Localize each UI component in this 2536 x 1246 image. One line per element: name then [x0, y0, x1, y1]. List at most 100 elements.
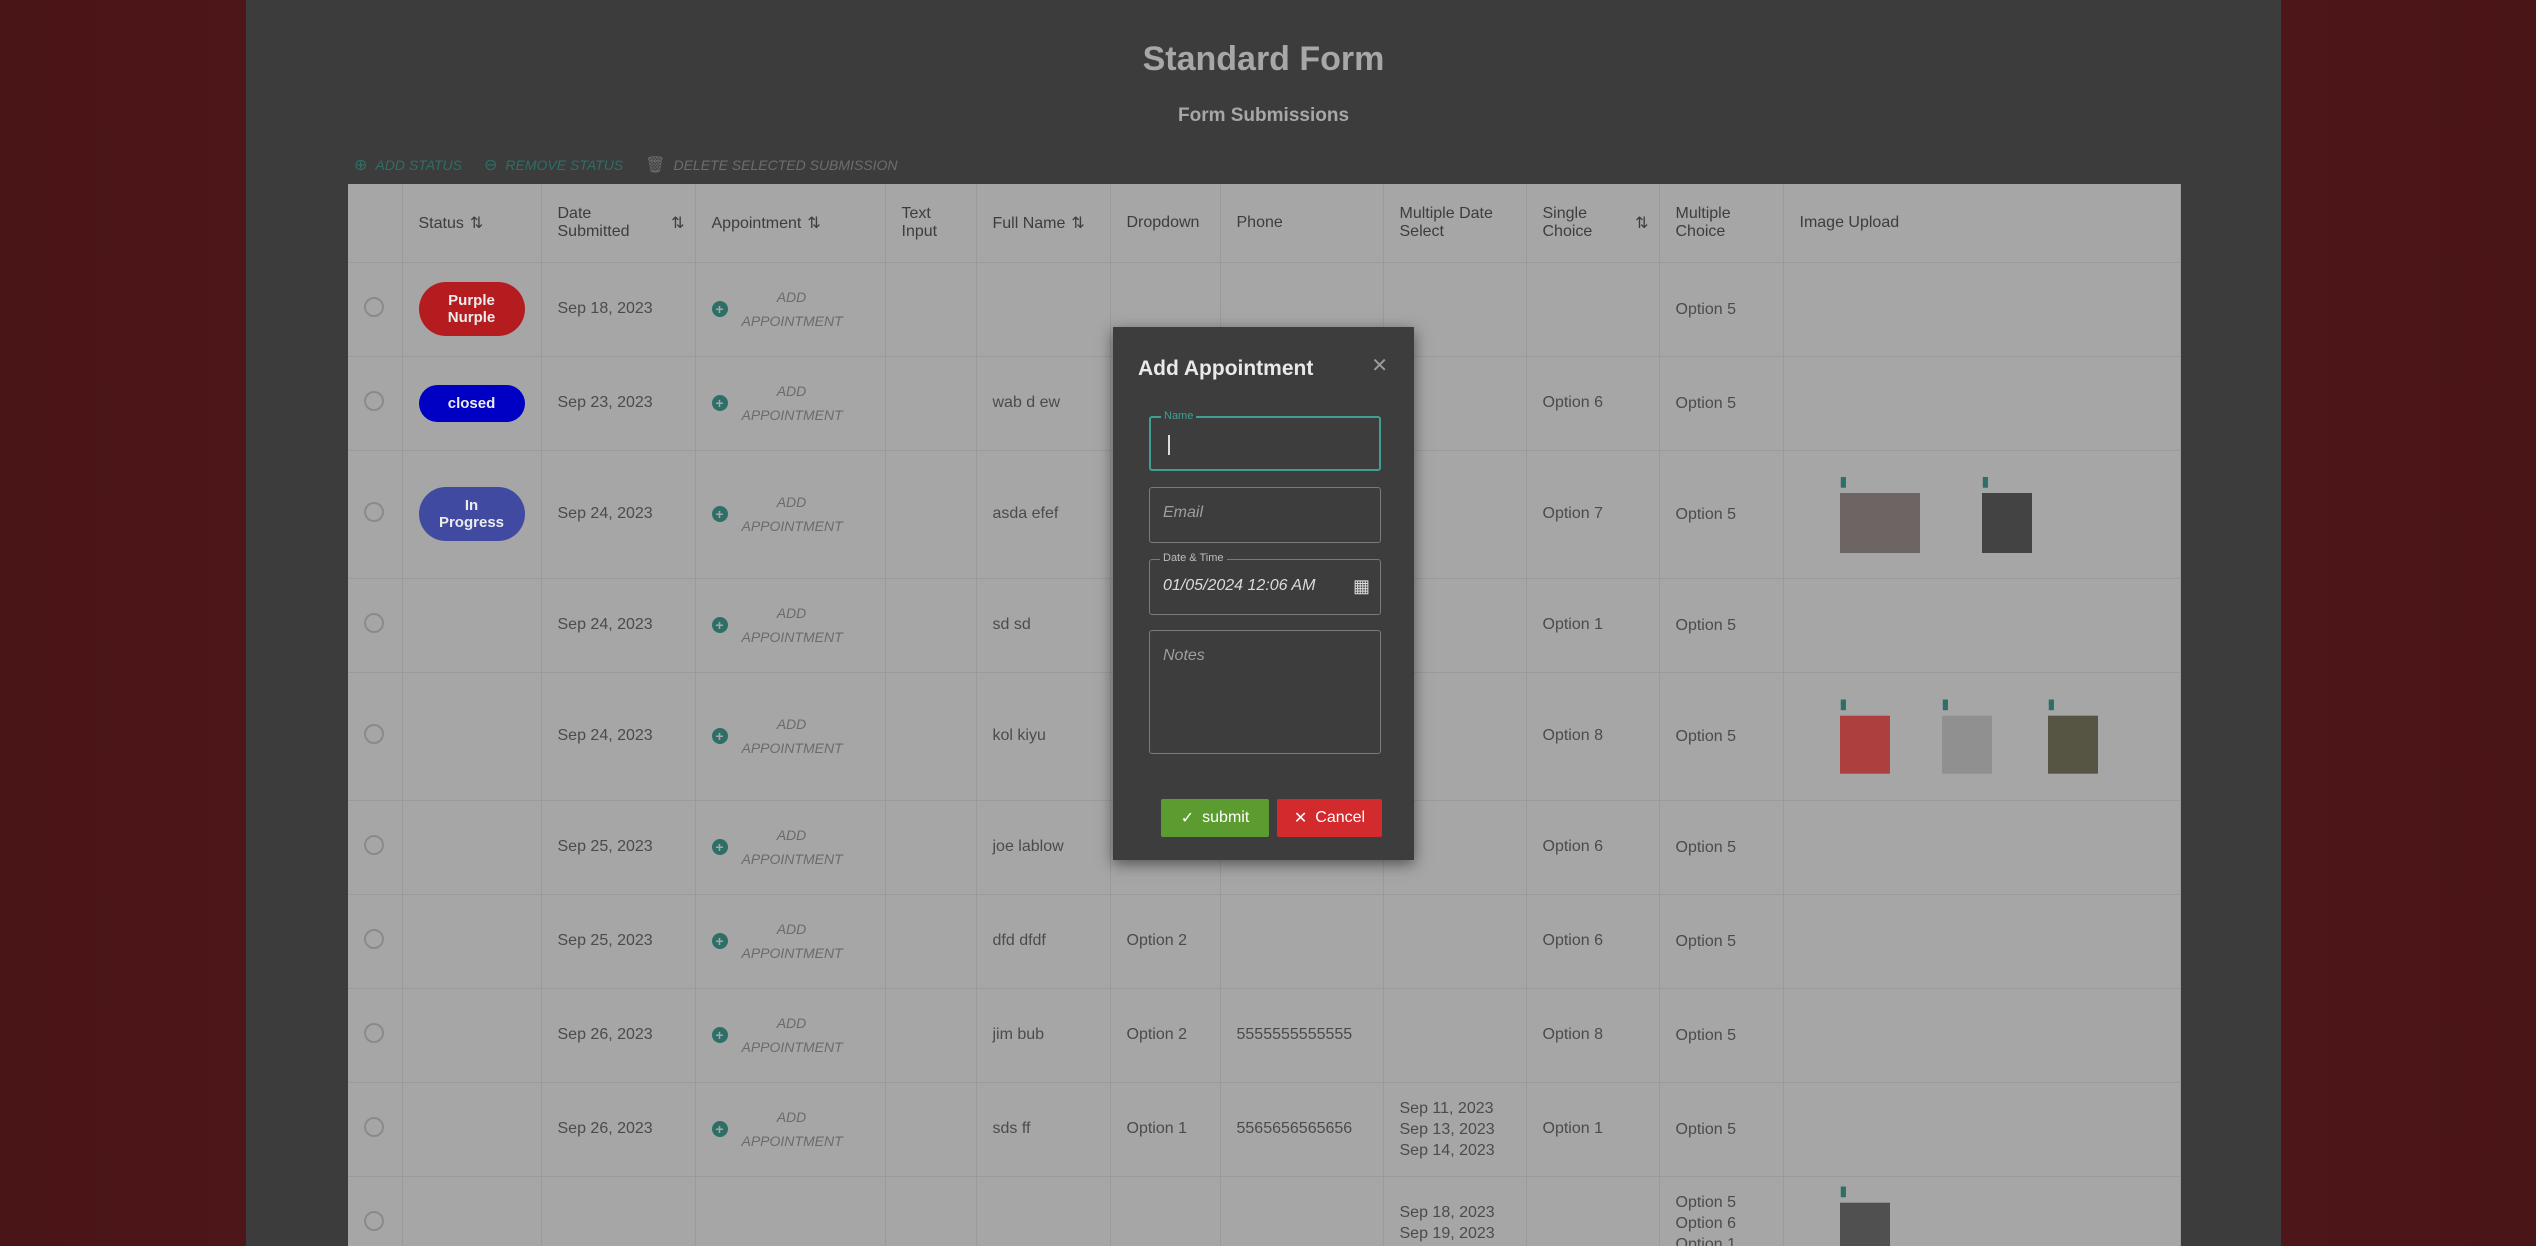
close-icon[interactable]: ✕ — [1371, 353, 1388, 378]
page-title: Standard Form — [1142, 40, 1385, 78]
add-appointment-button[interactable]: + ADD APPOINTMENT — [711, 601, 869, 649]
status-cell: Purple Nurple — [402, 262, 542, 357]
column-header-single-choice[interactable]: Single Choice ⇅ — [1526, 184, 1660, 263]
add-appointment-button[interactable]: + ADD APPOINTMENT — [711, 712, 869, 760]
multiple-choice-cell: Option 5 — [1659, 672, 1784, 801]
row-select-radio[interactable] — [364, 296, 384, 317]
trash-icon[interactable]: ▮ — [2048, 696, 2056, 713]
select-cell[interactable] — [348, 988, 403, 1083]
multiple-choice-cell: Option 5 — [1659, 262, 1784, 357]
sort-icon[interactable]: ⇅ — [671, 213, 684, 233]
table-row[interactable]: Sep 18, 2023 Sep 19, 2023 Option 5 Optio… — [348, 1176, 2181, 1246]
row-select-radio[interactable] — [364, 1022, 384, 1043]
table-row[interactable]: Sep 26, 2023 + ADD APPOINTMENT jim bub O… — [348, 988, 2181, 1083]
sort-icon[interactable]: ⇅ — [470, 215, 483, 232]
select-cell[interactable] — [348, 450, 403, 579]
add-appointment-button[interactable]: + ADD APPOINTMENT — [711, 823, 869, 871]
add-appointment-button[interactable]: + ADD APPOINTMENT — [711, 1105, 869, 1153]
column-header-date-submitted[interactable]: Date Submitted ⇅ — [541, 184, 696, 263]
status-badge[interactable]: In Progress — [418, 487, 525, 541]
trash-icon[interactable]: ▮ — [1840, 696, 1848, 713]
add-appointment-button[interactable]: + ADD APPOINTMENT — [711, 285, 869, 333]
column-header-appointment[interactable]: Appointment ⇅ — [695, 184, 886, 263]
name-label: Name — [1161, 410, 1197, 422]
cancel-button[interactable]: ✕ Cancel — [1277, 799, 1382, 837]
row-select-radio[interactable] — [364, 501, 384, 522]
add-appointment-button[interactable]: + ADD APPOINTMENT — [711, 1011, 869, 1059]
uploaded-image[interactable]: ▮ — [1839, 473, 1920, 553]
uploaded-image[interactable]: ▮ — [1981, 473, 2032, 553]
status-cell: In Progress — [402, 450, 542, 579]
add-appointment-button[interactable]: + ADD APPOINTMENT — [711, 379, 869, 427]
sort-icon[interactable]: ⇅ — [1071, 215, 1084, 232]
select-cell[interactable] — [348, 800, 403, 895]
row-select-radio[interactable] — [364, 1210, 384, 1231]
phone-cell: 5555555555555 — [1220, 988, 1384, 1083]
trash-icon[interactable]: ▮ — [1942, 696, 1950, 713]
plus-circle-icon: + — [711, 1121, 728, 1137]
sort-icon[interactable]: ⇅ — [1635, 213, 1648, 233]
delete-selected-label: DELETE SELECTED SUBMISSION — [673, 157, 898, 173]
calendar-icon[interactable]: ▦ — [1353, 576, 1370, 597]
row-select-radio[interactable] — [364, 834, 384, 855]
full-name-cell — [976, 1176, 1111, 1246]
image-thumbnail — [1839, 1202, 1890, 1246]
multiple-date-cell: Sep 11, 2023 Sep 13, 2023 Sep 14, 2023 — [1383, 1082, 1527, 1177]
select-cell[interactable] — [348, 672, 403, 801]
appointment-cell: + ADD APPOINTMENT — [695, 578, 886, 673]
uploaded-image[interactable]: ▮ — [1941, 696, 1992, 774]
image-upload-cell — [1783, 356, 2181, 451]
delete-selected-button[interactable]: 🗑 DELETE SELECTED SUBMISSION — [645, 155, 897, 175]
add-status-button[interactable]: ⊕ ADD STATUS — [354, 155, 462, 175]
row-select-radio[interactable] — [364, 612, 384, 633]
column-label: Single Choice — [1542, 204, 1593, 240]
multiple-choice-cell: Option 5 — [1659, 1082, 1784, 1177]
select-cell[interactable] — [348, 262, 403, 357]
add-appointment-button[interactable]: + ADD APPOINTMENT — [711, 917, 869, 965]
remove-status-button[interactable]: ⊖ REMOVE STATUS — [484, 155, 623, 175]
column-label: Multiple Date Select — [1399, 204, 1493, 240]
row-select-radio[interactable] — [364, 723, 384, 744]
row-select-radio[interactable] — [364, 390, 384, 411]
name-field[interactable]: Name — [1149, 410, 1381, 471]
multiple-choice-cell: Option 5 — [1659, 356, 1784, 451]
email-placeholder: Email — [1163, 504, 1204, 521]
notes-field[interactable]: Notes — [1149, 630, 1381, 754]
trash-icon[interactable]: ▮ — [1840, 473, 1848, 490]
select-cell[interactable] — [348, 356, 403, 451]
row-select-radio[interactable] — [364, 1116, 384, 1137]
date-cell: Sep 24, 2023 — [541, 578, 696, 673]
select-cell[interactable] — [348, 1176, 403, 1246]
add-appointment-button[interactable]: + ADD APPOINTMENT — [711, 490, 869, 538]
single-choice-cell: Option 8 — [1526, 988, 1660, 1083]
status-badge[interactable]: Purple Nurple — [418, 282, 525, 336]
sort-icon[interactable]: ⇅ — [807, 215, 820, 232]
uploaded-image[interactable]: ▮ — [1839, 1183, 1890, 1246]
column-header-full-name[interactable]: Full Name ⇅ — [976, 184, 1111, 263]
column-header-status[interactable]: Status ⇅ — [402, 184, 542, 263]
select-cell[interactable] — [348, 1082, 403, 1177]
row-select-radio[interactable] — [364, 928, 384, 949]
image-thumbnail — [1941, 715, 1992, 774]
multiple-choice-cell: Option 5 — [1659, 894, 1784, 989]
column-label: Date Submitted — [557, 204, 630, 240]
table-row[interactable]: Sep 26, 2023 + ADD APPOINTMENT sds ff Op… — [348, 1082, 2181, 1177]
column-header-image-upload: Image Upload — [1783, 184, 2181, 263]
email-field[interactable]: Email — [1149, 487, 1381, 543]
status-badge[interactable]: closed — [418, 384, 525, 422]
remove-status-label: REMOVE STATUS — [505, 157, 624, 173]
appointment-cell: + ADD APPOINTMENT — [695, 356, 886, 451]
submit-button[interactable]: ✓ submit — [1161, 799, 1269, 837]
datetime-field[interactable]: Date & Time 01/05/2024 12:06 AM ▦ — [1149, 552, 1381, 615]
select-cell[interactable] — [348, 578, 403, 673]
select-column-header — [348, 184, 403, 263]
select-cell[interactable] — [348, 894, 403, 989]
image-upload-cell: ▮ — [1783, 1176, 2181, 1246]
table-row[interactable]: Sep 25, 2023 + ADD APPOINTMENT dfd dfdf … — [348, 894, 2181, 989]
date-cell — [541, 1176, 696, 1246]
trash-icon[interactable]: ▮ — [1840, 1183, 1848, 1200]
uploaded-image[interactable]: ▮ — [2047, 696, 2098, 774]
uploaded-image[interactable]: ▮ — [1839, 696, 1890, 774]
image-upload-cell — [1783, 578, 2181, 673]
trash-icon[interactable]: ▮ — [1982, 473, 1990, 490]
